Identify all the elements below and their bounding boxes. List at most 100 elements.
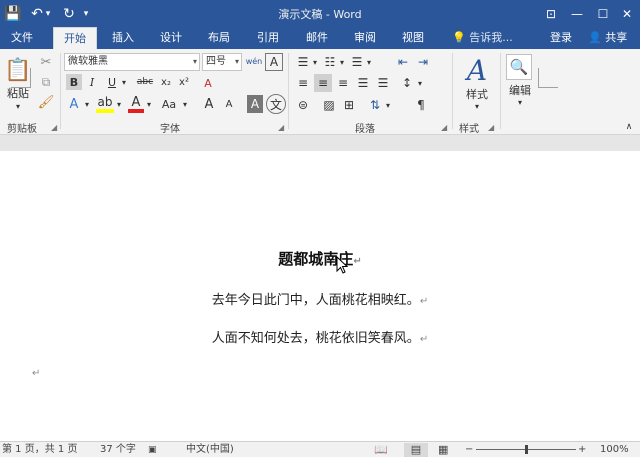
styles-launcher-icon[interactable]: ◢ (488, 123, 494, 132)
save-icon[interactable]: 💾 (2, 0, 24, 27)
search-icon[interactable]: 🔍 (506, 54, 532, 80)
change-case-button[interactable]: Aa (158, 96, 180, 112)
undo-dropdown-icon[interactable]: ▾ (42, 0, 54, 27)
empty-paragraph-mark[interactable]: ↵ (32, 368, 40, 379)
font-color-dropdown-icon[interactable]: ▾ (144, 96, 154, 112)
shrink-font-button[interactable]: A (220, 96, 238, 112)
minimize-button[interactable]: — (564, 0, 590, 27)
zoom-slider-thumb[interactable] (525, 445, 528, 454)
increase-indent-icon[interactable]: ⇥ (414, 53, 432, 71)
character-shading-icon[interactable]: A (247, 95, 263, 113)
underline-button[interactable]: U (104, 74, 120, 90)
phonetic-guide-icon[interactable]: wén (245, 53, 263, 71)
shading-icon[interactable]: ▨ (320, 96, 338, 114)
line-spacing-dropdown-icon[interactable]: ▾ (416, 74, 424, 92)
underline-dropdown-icon[interactable]: ▾ (119, 74, 129, 90)
clipboard-launcher-icon[interactable]: ◢ (51, 123, 57, 132)
font-launcher-icon[interactable]: ◢ (278, 123, 284, 132)
font-size-combo[interactable]: 四号 ▾ (202, 53, 242, 71)
chinese-layout-icon[interactable]: ⊜ (294, 96, 312, 114)
ribbon-display-options-icon[interactable]: ⊡ (538, 0, 564, 27)
numbering-icon[interactable]: ☷ (321, 53, 339, 71)
tab-home[interactable]: 开始 (53, 27, 97, 50)
borders-icon[interactable]: ⊞ (340, 96, 358, 114)
cut-icon[interactable]: ✂ (37, 53, 55, 71)
superscript-button[interactable]: x² (176, 74, 192, 90)
document-area (0, 135, 640, 441)
strikethrough-button[interactable]: abc (134, 74, 156, 90)
zoom-out-button[interactable]: − (465, 443, 473, 457)
multilevel-dropdown-icon[interactable]: ▾ (365, 53, 373, 71)
line-spacing-icon[interactable]: ↕ (398, 74, 416, 92)
tab-view[interactable]: 视图 (394, 27, 432, 49)
character-border-icon[interactable]: A (265, 53, 283, 71)
font-color-icon[interactable]: A (128, 95, 144, 113)
text-effects-icon[interactable]: A (66, 96, 82, 112)
align-left-icon[interactable]: ≡ (294, 74, 312, 92)
highlight-color-icon[interactable]: ab (96, 95, 114, 113)
web-layout-icon[interactable]: ▦ (438, 443, 448, 457)
justify-icon[interactable]: ☰ (354, 74, 372, 92)
poem-title[interactable]: 题都城南庄↵ (200, 248, 440, 269)
login-link[interactable]: 登录 (550, 27, 572, 49)
tab-mailings[interactable]: 邮件 (298, 27, 336, 49)
group-divider (288, 53, 289, 129)
enclose-characters-icon[interactable]: 文 (266, 94, 286, 114)
editing-dropdown-icon[interactable]: ▾ (513, 97, 527, 107)
tell-me-search[interactable]: 💡 告诉我... (452, 27, 513, 49)
redo-icon[interactable]: ↻ (58, 0, 80, 27)
text-effects-dropdown-icon[interactable]: ▾ (82, 96, 92, 112)
font-name-combo[interactable]: 微软雅黑 ▾ (64, 53, 200, 71)
italic-button[interactable]: I (84, 74, 100, 90)
read-mode-icon[interactable]: 📖 (374, 443, 388, 457)
change-case-dropdown-icon[interactable]: ▾ (180, 96, 190, 112)
close-button[interactable]: ✕ (614, 0, 640, 27)
show-hide-marks-icon[interactable]: ¶ (412, 96, 430, 114)
tab-design[interactable]: 设计 (152, 27, 190, 49)
tab-review[interactable]: 审阅 (346, 27, 384, 49)
word-count[interactable]: 37 个字 (100, 443, 136, 457)
paragraph-launcher-icon[interactable]: ◢ (441, 123, 447, 132)
bullets-dropdown-icon[interactable]: ▾ (311, 53, 319, 71)
group-divider (452, 53, 453, 129)
editing-label[interactable]: 编辑 (503, 83, 537, 97)
tab-layout[interactable]: 布局 (200, 27, 238, 49)
sort-dropdown-icon[interactable]: ▾ (384, 96, 392, 114)
tab-file[interactable]: 文件 (4, 27, 40, 49)
collapse-ribbon-icon[interactable]: ∧ (622, 121, 636, 133)
copy-icon[interactable]: ⧉ (37, 73, 55, 91)
subscript-button[interactable]: x₂ (158, 74, 174, 90)
styles-dropdown-icon[interactable]: ▾ (470, 101, 484, 111)
zoom-in-button[interactable]: + (578, 443, 586, 457)
customize-quick-access-icon[interactable]: ▾ (80, 0, 92, 27)
format-painter-icon[interactable]: 🖌 (37, 93, 55, 111)
grow-font-button[interactable]: A (200, 96, 218, 112)
zoom-level[interactable]: 100% (600, 443, 629, 457)
print-layout-icon[interactable]: ▤ (404, 443, 428, 457)
tab-references[interactable]: 引用 (249, 27, 287, 49)
page-count[interactable]: 第 1 页，共 1 页 (2, 443, 77, 457)
highlight-dropdown-icon[interactable]: ▾ (114, 96, 124, 112)
paragraph-mark: ↵ (419, 296, 429, 307)
sort-icon[interactable]: ⇅ (366, 96, 384, 114)
bold-button[interactable]: B (66, 74, 82, 90)
tab-insert[interactable]: 插入 (104, 27, 142, 49)
poem-line-2[interactable]: 人面不知何处去，桃花依旧笑春风。↵ (120, 327, 520, 346)
paste-dropdown-icon[interactable]: ▾ (8, 101, 28, 111)
decrease-indent-icon[interactable]: ⇤ (394, 53, 412, 71)
styles-label[interactable]: 样式 (458, 87, 496, 101)
maximize-button[interactable]: ☐ (590, 0, 616, 27)
proofing-icon[interactable]: ▣ (148, 443, 157, 457)
clear-formatting-icon[interactable]: A (200, 75, 216, 91)
align-right-icon[interactable]: ≡ (334, 74, 352, 92)
poem-line-1[interactable]: 去年今日此门中，人面桃花相映红。↵ (120, 289, 520, 308)
share-button[interactable]: 👤 共享 (588, 27, 627, 49)
numbering-dropdown-icon[interactable]: ▾ (338, 53, 346, 71)
styles-icon[interactable]: A (462, 53, 492, 87)
distributed-icon[interactable]: ☰ (374, 74, 392, 92)
multilevel-list-icon[interactable]: ☰ (348, 53, 366, 71)
bullets-icon[interactable]: ☰ (294, 53, 312, 71)
language-status[interactable]: 中文(中国) (186, 443, 234, 457)
align-center-icon[interactable]: ≡ (314, 74, 332, 92)
paste-label[interactable]: 粘贴 (4, 86, 32, 100)
